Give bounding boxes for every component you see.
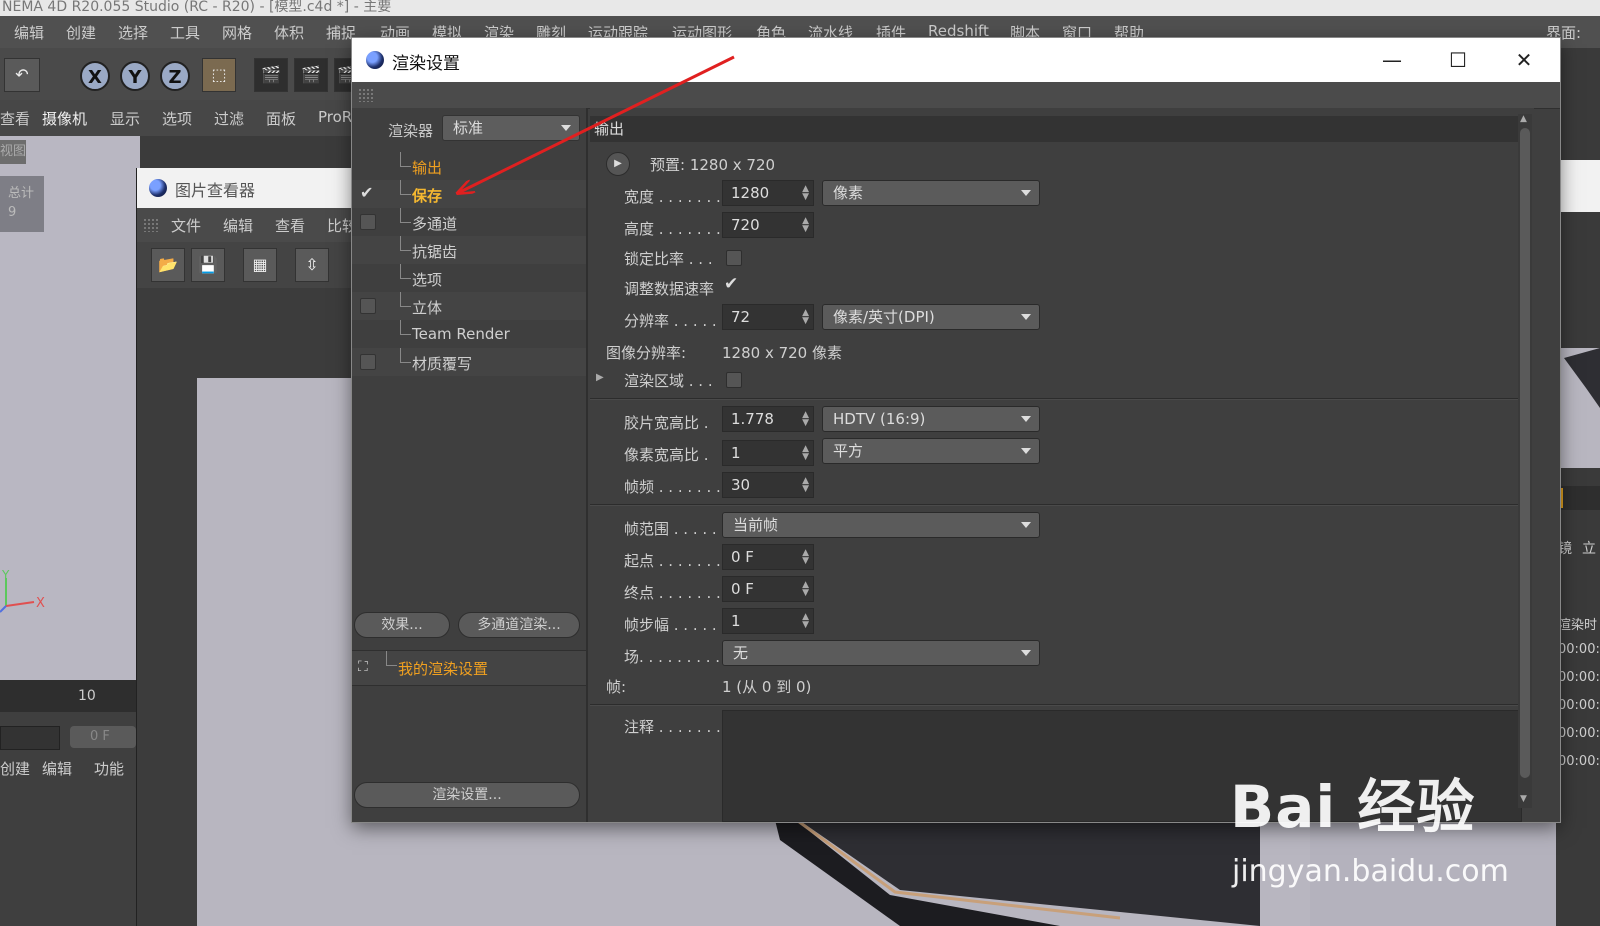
- watermark-brand: Bai 经验: [1230, 773, 1476, 841]
- baidu-watermark: Bai 经验 jingyan.baidu.com: [1230, 760, 1530, 900]
- watermark-url: jingyan.baidu.com: [1232, 854, 1509, 889]
